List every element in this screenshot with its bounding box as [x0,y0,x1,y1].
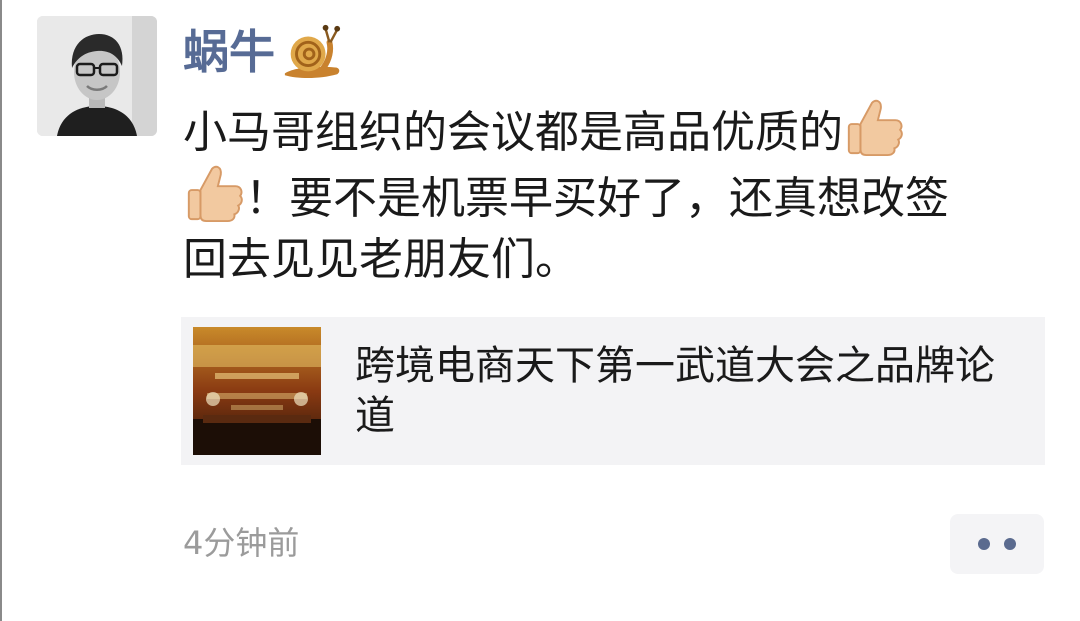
conference-banner-image [193,327,321,455]
link-thumbnail [193,327,321,455]
snail-icon [284,24,341,79]
post-line-2: ！要不是机票早买好了，还真想改签 [183,161,1051,227]
window-edge [0,0,2,621]
post-text-line-3: 回去见见老朋友们。 [183,234,579,285]
post-line-1: 小马哥组织的会议都是高品优质的 [183,95,1051,161]
thumbs-up-icon [847,99,903,157]
username[interactable]: 蜗牛 [183,29,275,75]
post-text: 小马哥组织的会议都是高品优质的 ！要不是机票早买好了，还真想改签 回去见见老朋友… [183,95,1051,293]
thumbs-up-icon [187,165,243,223]
more-dot-icon [1004,538,1016,550]
post-text-line-1: 小马哥组织的会议都是高品优质的 [183,107,843,158]
avatar-photo [37,16,157,136]
post-text-line-2: ！要不是机票早买好了，还真想改签 [245,173,949,224]
shared-link-card[interactable]: 跨境电商天下第一武道大会之品牌论道 [181,317,1045,465]
link-title: 跨境电商天下第一武道大会之品牌论道 [355,343,995,439]
more-dot-icon [978,538,990,550]
avatar[interactable] [37,16,157,136]
username-row: 蜗牛 [183,18,343,86]
more-actions-button[interactable] [950,514,1044,574]
timestamp: 4分钟前 [183,524,300,562]
